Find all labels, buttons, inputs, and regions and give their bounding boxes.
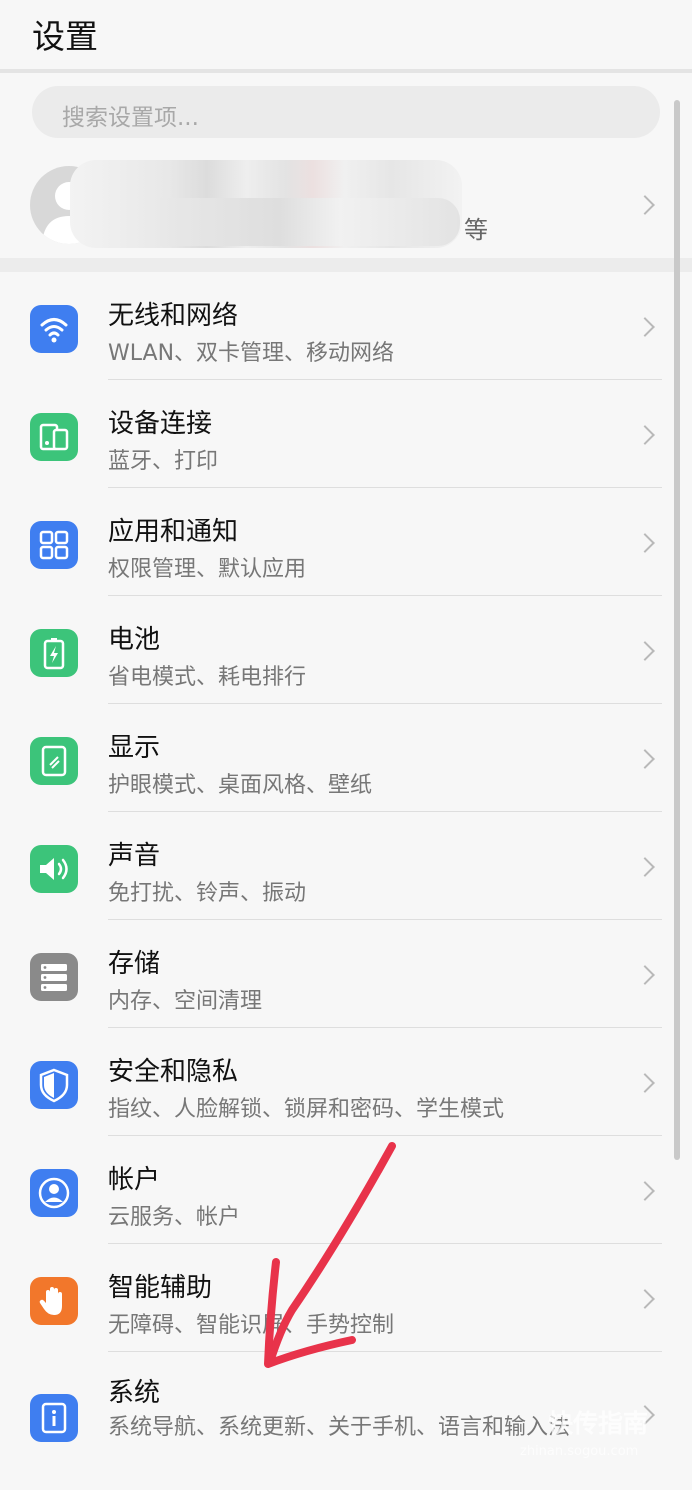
item-subtitle: 权限管理、默认应用 bbox=[108, 557, 307, 582]
settings-item-wireless[interactable]: 无线和网络 WLAN、双卡管理、移动网络 bbox=[0, 272, 692, 380]
item-subtitle: 蓝牙、打印 bbox=[108, 449, 219, 474]
apps-grid-icon bbox=[30, 521, 78, 569]
settings-item-apps[interactable]: 应用和通知 权限管理、默认应用 bbox=[0, 488, 692, 596]
chevron-right-icon bbox=[635, 317, 655, 337]
header-bar: 设置 bbox=[0, 0, 692, 70]
chevron-right-icon bbox=[635, 857, 655, 877]
item-subtitle: 省电模式、耗电排行 bbox=[108, 665, 307, 690]
battery-icon bbox=[30, 629, 78, 677]
storage-icon bbox=[30, 953, 78, 1001]
blurred-account-info bbox=[160, 198, 460, 246]
chevron-right-icon bbox=[635, 1073, 655, 1093]
item-title: 存储 bbox=[108, 949, 161, 979]
item-subtitle: 内存、空间清理 bbox=[108, 989, 263, 1014]
item-subtitle: 指纹、人脸解锁、锁屏和密码、学生模式 bbox=[108, 1097, 505, 1122]
shield-icon bbox=[30, 1061, 78, 1109]
search-placeholder: 搜索设置项... bbox=[62, 105, 199, 131]
settings-item-battery[interactable]: 电池 省电模式、耗电排行 bbox=[0, 596, 692, 704]
settings-item-device-connection[interactable]: 设备连接 蓝牙、打印 bbox=[0, 380, 692, 488]
settings-item-account[interactable]: 帐户 云服务、帐户 bbox=[0, 1136, 692, 1244]
item-title: 应用和通知 bbox=[108, 517, 239, 547]
item-title: 智能辅助 bbox=[108, 1273, 213, 1303]
chevron-right-icon bbox=[635, 195, 655, 215]
account-subtitle: 等 bbox=[464, 216, 488, 244]
chevron-right-icon bbox=[635, 1289, 655, 1309]
watermark-text: 快传指南 bbox=[548, 1409, 649, 1438]
item-subtitle: 无障碍、智能识屏、手势控制 bbox=[108, 1313, 395, 1338]
item-subtitle: 护眼模式、桌面风格、壁纸 bbox=[108, 773, 373, 798]
watermark-url: zhinan.sogou.com bbox=[520, 1444, 639, 1459]
chevron-right-icon bbox=[635, 965, 655, 985]
chevron-right-icon bbox=[635, 425, 655, 445]
item-title: 帐户 bbox=[108, 1165, 161, 1195]
item-subtitle: 免打扰、铃声、振动 bbox=[108, 881, 307, 906]
chevron-right-icon bbox=[635, 749, 655, 769]
item-title: 电池 bbox=[108, 625, 161, 655]
page-title: 设置 bbox=[32, 17, 98, 56]
item-subtitle: 云服务、帐户 bbox=[108, 1205, 241, 1230]
settings-item-security[interactable]: 安全和隐私 指纹、人脸解锁、锁屏和密码、学生模式 bbox=[0, 1028, 692, 1136]
speaker-icon bbox=[30, 845, 78, 893]
item-title: 显示 bbox=[108, 733, 161, 763]
item-title: 系统 bbox=[108, 1378, 161, 1408]
settings-item-display[interactable]: 显示 护眼模式、桌面风格、壁纸 bbox=[0, 704, 692, 812]
account-icon bbox=[30, 1169, 78, 1217]
section-divider bbox=[0, 258, 692, 272]
chevron-right-icon bbox=[635, 533, 655, 553]
header-divider bbox=[0, 69, 692, 73]
account-row[interactable]: 等 bbox=[0, 150, 692, 256]
system-info-icon bbox=[30, 1394, 78, 1442]
settings-item-smart-assist[interactable]: 智能辅助 无障碍、智能识屏、手势控制 bbox=[0, 1244, 692, 1352]
chevron-right-icon bbox=[635, 641, 655, 661]
settings-item-sound[interactable]: 声音 免打扰、铃声、振动 bbox=[0, 812, 692, 920]
wifi-icon bbox=[30, 305, 78, 353]
settings-item-storage[interactable]: 存储 内存、空间清理 bbox=[0, 920, 692, 1028]
device-connection-icon bbox=[30, 413, 78, 461]
item-title: 无线和网络 bbox=[108, 301, 239, 331]
item-title: 设备连接 bbox=[108, 409, 213, 439]
chevron-right-icon bbox=[635, 1181, 655, 1201]
display-icon bbox=[30, 737, 78, 785]
search-input[interactable]: 搜索设置项... bbox=[32, 86, 660, 138]
item-title: 声音 bbox=[108, 841, 161, 871]
item-title: 安全和隐私 bbox=[108, 1057, 239, 1087]
hand-icon bbox=[30, 1277, 78, 1325]
scrollbar[interactable] bbox=[674, 100, 680, 1160]
item-subtitle: WLAN、双卡管理、移动网络 bbox=[108, 341, 395, 366]
